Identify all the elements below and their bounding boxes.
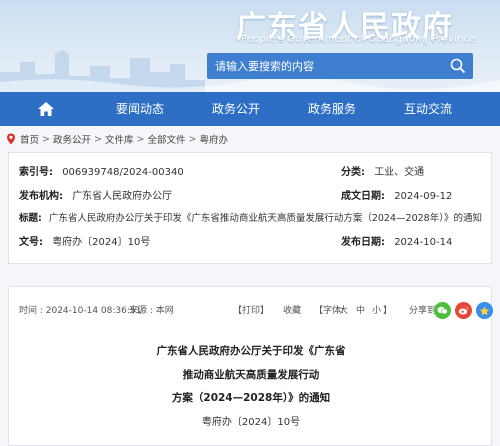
nav-item-services[interactable]: 政务服务 <box>284 92 380 126</box>
site-subtitle: People's Government of Guangdong Provinc… <box>241 34 476 45</box>
meta-category-label: 分类: <box>341 167 365 178</box>
breadcrumb-office[interactable]: 粤府办 <box>199 132 228 146</box>
location-pin-icon <box>7 133 15 145</box>
article-source: 来源 : 本网 <box>129 306 174 316</box>
document-meta-panel: 索引号: 006939748/2024-00340 分类: 工业、交通 发布机构… <box>8 152 492 264</box>
article-title-line-2: 推动商业航天高质量发展行动 <box>182 369 320 381</box>
meta-created: 成文日期: 2024-09-12 <box>341 187 452 202</box>
wechat-share-icon[interactable] <box>434 302 451 319</box>
font-large-button[interactable]: 大 <box>339 303 348 316</box>
meta-category-value: 工业、交通 <box>374 167 425 178</box>
article-title-line-3: 方案（2024—2028年）》的通知 <box>171 392 331 404</box>
search-button[interactable] <box>443 53 473 79</box>
nav-item-interaction[interactable]: 互动交流 <box>380 92 476 126</box>
meta-title-label: 标题: <box>19 213 42 224</box>
meta-created-value: 2024-09-12 <box>394 191 453 202</box>
meta-index-label: 索引号: <box>19 167 53 178</box>
meta-docno-label: 文号: <box>19 237 43 248</box>
article-title-line-1: 广东省人民政府办公厅关于印发《广东省 <box>156 345 346 357</box>
print-button[interactable]: 【打印】 <box>233 303 269 316</box>
home-icon <box>38 102 54 116</box>
breadcrumb-file-library[interactable]: 文件库 <box>105 132 134 146</box>
search-input[interactable] <box>207 53 443 79</box>
meta-title: 标题: 广东省人民政府办公厅关于印发《广东省推动商业航天高质量发展行动方案（20… <box>19 210 482 224</box>
meta-index-value: 006939748/2024-00340 <box>62 167 184 178</box>
breadcrumb-all-files[interactable]: 全部文件 <box>147 132 185 146</box>
meta-issuer-label: 发布机构: <box>19 191 63 202</box>
meta-docno: 文号: 粤府办〔2024〕10号 <box>19 233 150 248</box>
meta-category: 分类: 工业、交通 <box>341 163 424 178</box>
meta-published: 发布日期: 2024-10-14 <box>341 233 452 248</box>
nav-home[interactable] <box>0 92 92 126</box>
breadcrumb-separator: > <box>136 133 145 145</box>
weibo-share-icon[interactable] <box>455 302 472 319</box>
meta-published-value: 2024-10-14 <box>394 237 453 248</box>
qzone-share-icon[interactable] <box>476 302 493 319</box>
meta-published-label: 发布日期: <box>341 237 385 248</box>
search-icon <box>450 58 466 74</box>
favorite-button[interactable]: 收藏 <box>283 303 301 316</box>
breadcrumb-home[interactable]: 首页 <box>20 132 39 146</box>
font-small-button[interactable]: 小 <box>372 303 381 316</box>
font-medium-button[interactable]: 中 <box>356 303 365 316</box>
publish-time: 时间 : 2024-10-14 08:36:51 <box>19 306 142 316</box>
header-banner: 广东省人民政府 People's Government of Guangdong… <box>0 0 500 92</box>
breadcrumb-separator: > <box>94 133 102 145</box>
meta-docno-value: 粤府办〔2024〕10号 <box>52 237 151 248</box>
nav-item-open-gov[interactable]: 政务公开 <box>188 92 284 126</box>
search-bar <box>207 53 473 79</box>
breadcrumb-separator: > <box>188 133 197 145</box>
breadcrumb: 首页 > 政务公开 > 文件库 > 全部文件 > 粤府办 <box>0 126 500 152</box>
main-nav: 要闻动态 政务公开 政务服务 互动交流 <box>0 92 500 126</box>
meta-index: 索引号: 006939748/2024-00340 <box>19 163 184 178</box>
meta-title-value: 广东省人民政府办公厅关于印发《广东省推动商业航天高质量发展行动方案（2024—2… <box>48 213 482 224</box>
breadcrumb-open-gov[interactable]: 政务公开 <box>53 132 91 146</box>
meta-issuer: 发布机构: 广东省人民政府办公厅 <box>19 187 172 202</box>
nav-item-news[interactable]: 要闻动态 <box>92 92 188 126</box>
article-doc-number: 粤府办〔2024〕10号 <box>201 417 301 428</box>
meta-issuer-value: 广东省人民政府办公厅 <box>72 191 173 202</box>
breadcrumb-separator: > <box>42 133 50 145</box>
article-panel: 时间 : 2024-10-14 08:36:51 来源 : 本网 【打印】 收藏… <box>8 286 493 446</box>
font-size-close: 】 <box>383 306 393 316</box>
article-toolbar: 时间 : 2024-10-14 08:36:51 来源 : 本网 【打印】 收藏… <box>9 302 493 323</box>
meta-created-label: 成文日期: <box>341 191 385 202</box>
